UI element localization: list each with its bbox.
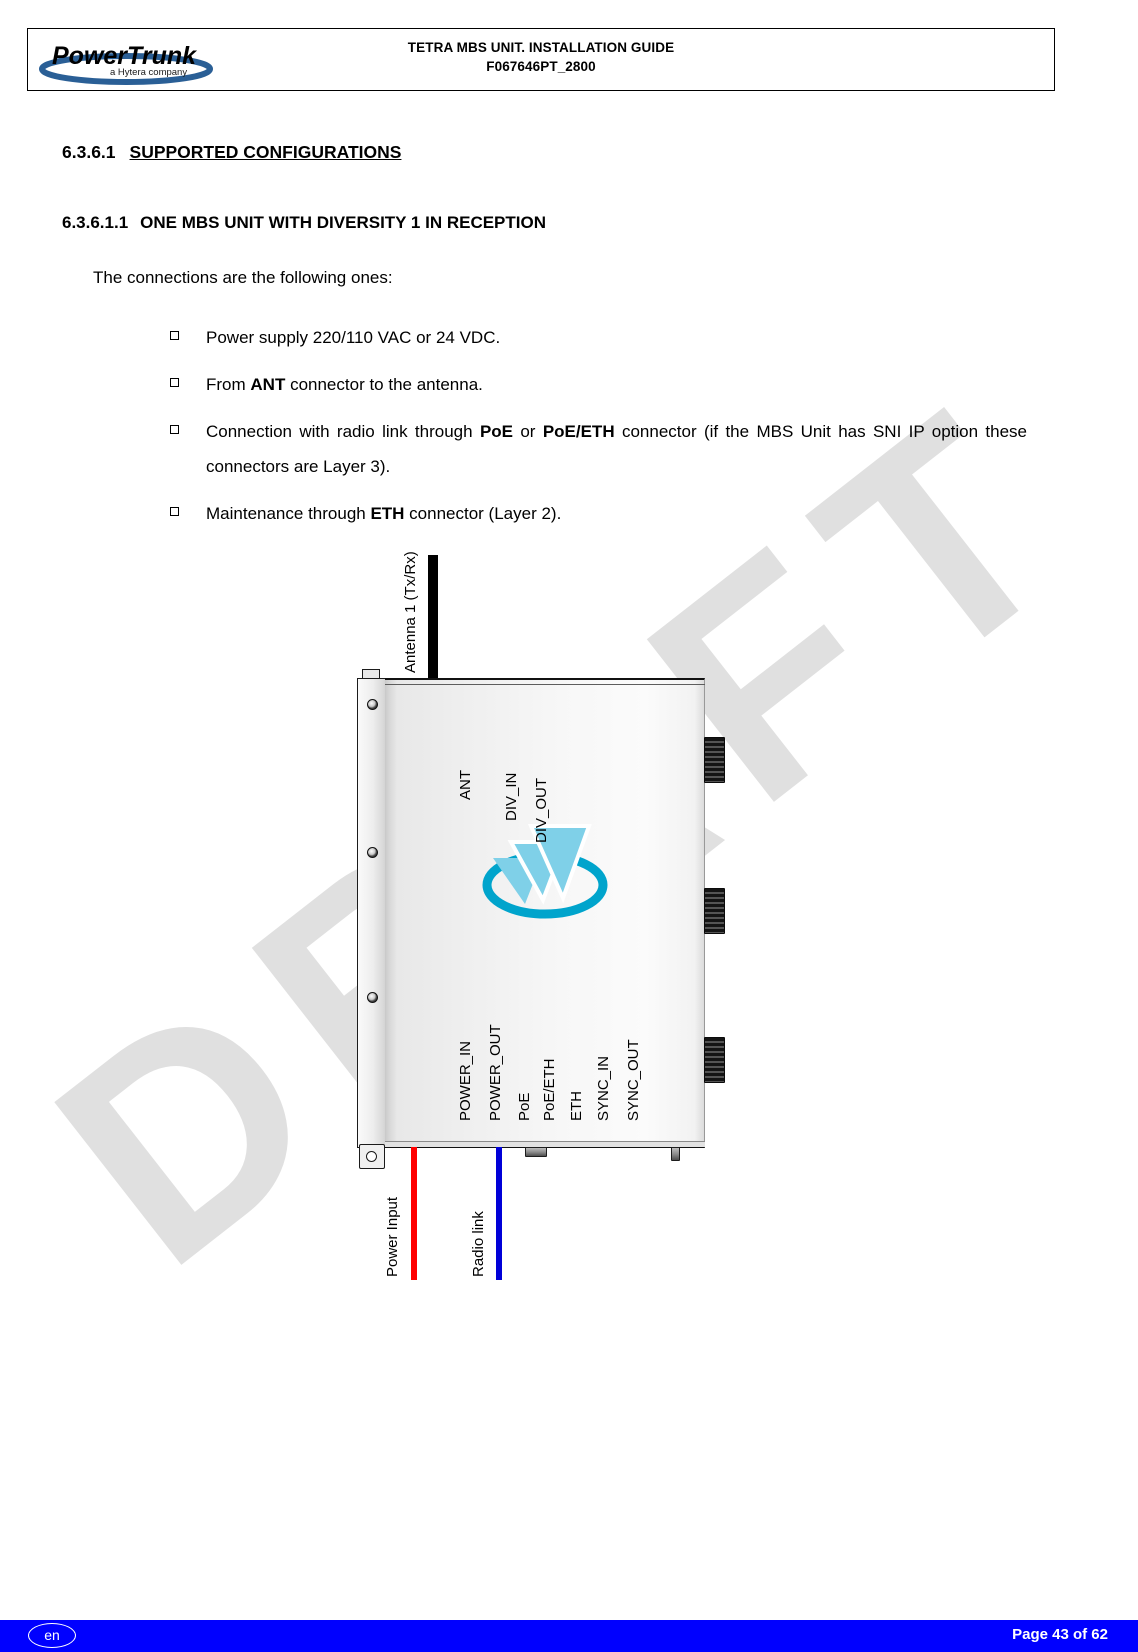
bullet-item: From ANT connector to the antenna.	[170, 367, 1027, 402]
mbs-unit-device: ANT DIV_IN DIV_OUT POWER_IN POWER_OUT Po…	[357, 669, 705, 1169]
case-top-edge	[385, 681, 705, 685]
header-title: TETRA MBS UNIT. INSTALLATION GUIDE F0676…	[28, 38, 1054, 76]
bullet-text: connector (Layer 2).	[404, 504, 562, 523]
section-number: 6.3.6.1	[62, 142, 116, 162]
bullet-text: or	[513, 422, 543, 441]
bullet-square-icon	[170, 425, 179, 434]
side-connector	[704, 888, 725, 934]
side-connector	[704, 737, 725, 783]
header-title-line2: F067646PT_2800	[486, 59, 596, 74]
page-header: PowerTrunk a Hytera company TETRA MBS UN…	[27, 28, 1055, 91]
bottom-connector	[525, 1147, 547, 1157]
mbs-unit-connection-diagram: Antenna 1 (Tx/Rx) ANT DIV_IN DIV_OUT POW…	[340, 525, 760, 1285]
section-heading-6-3-6-1-1: 6.3.6.1.1 ONE MBS UNIT WITH DIVERSITY 1 I…	[62, 213, 546, 233]
bullet-text-bold: PoE	[479, 422, 513, 441]
subsection-title: ONE MBS UNIT WITH DIVERSITY 1 IN RECEPTI…	[140, 213, 547, 232]
intro-paragraph: The connections are the following ones:	[93, 268, 393, 287]
port-label-ant: ANT	[457, 770, 474, 800]
bullet-text-bold: ETH	[370, 504, 405, 523]
bullet-text-bold: PoE/ETH	[542, 422, 615, 441]
port-label-eth: ETH	[568, 1091, 585, 1121]
connection-bullet-list: Power supply 220/110 VAC or 24 VDC. From …	[170, 320, 1027, 543]
antenna-label: Antenna 1 (Tx/Rx)	[402, 551, 419, 673]
subsection-number: 6.3.6.1.1	[62, 213, 129, 232]
port-label-power-out: POWER_OUT	[487, 1024, 504, 1121]
section-title: SUPPORTED CONFIGURATIONS	[129, 142, 402, 162]
flange-screw-icon	[367, 992, 378, 1003]
chassis-tab-bottom	[359, 1144, 385, 1169]
bullet-square-icon	[170, 331, 179, 340]
port-label-poe-eth: PoE/ETH	[541, 1058, 558, 1121]
flange-screw-icon	[367, 699, 378, 710]
cable-label-power-input: Power Input	[384, 1196, 401, 1277]
bullet-text: From	[206, 375, 251, 394]
page-number: Page 43 of 62	[1012, 1626, 1108, 1643]
port-label-poe: PoE	[516, 1092, 533, 1121]
bottom-connector	[671, 1147, 680, 1161]
port-label-sync-in: SYNC_IN	[595, 1055, 612, 1121]
power-input-cable	[411, 1147, 417, 1280]
bullet-text: Power supply 220/110 VAC or 24 VDC.	[206, 328, 501, 347]
bullet-square-icon	[170, 378, 179, 387]
bullet-square-icon	[170, 507, 179, 516]
port-label-div-out: DIV_OUT	[533, 777, 550, 843]
port-label-power-in: POWER_IN	[457, 1040, 474, 1121]
language-badge: en	[28, 1623, 76, 1648]
bullet-item: Power supply 220/110 VAC or 24 VDC.	[170, 320, 1027, 355]
bullet-text: Connection with radio link through	[206, 422, 480, 441]
side-connector	[704, 1037, 725, 1083]
bullet-text-bold: ANT	[250, 375, 286, 394]
page-footer: en Page 43 of 62	[0, 1620, 1138, 1652]
bullet-text: connector to the antenna.	[285, 375, 483, 394]
flange-screw-icon	[367, 847, 378, 858]
chassis-tab-top	[362, 669, 380, 679]
header-title-line1: TETRA MBS UNIT. INSTALLATION GUIDE	[407, 40, 675, 55]
radio-link-cable	[496, 1147, 502, 1280]
port-label-sync-out: SYNC_OUT	[625, 1039, 642, 1121]
antenna-mast-icon	[428, 555, 438, 679]
chassis-mounting-flange	[357, 678, 387, 1148]
bullet-text: Maintenance through	[206, 504, 371, 523]
port-label-div-in: DIV_IN	[503, 772, 520, 821]
cable-label-radio-link: Radio link	[470, 1211, 487, 1277]
bullet-item: Connection with radio link through PoE o…	[170, 414, 1027, 484]
section-heading-6-3-6-1: 6.3.6.1 SUPPORTED CONFIGURATIONS	[62, 142, 401, 163]
